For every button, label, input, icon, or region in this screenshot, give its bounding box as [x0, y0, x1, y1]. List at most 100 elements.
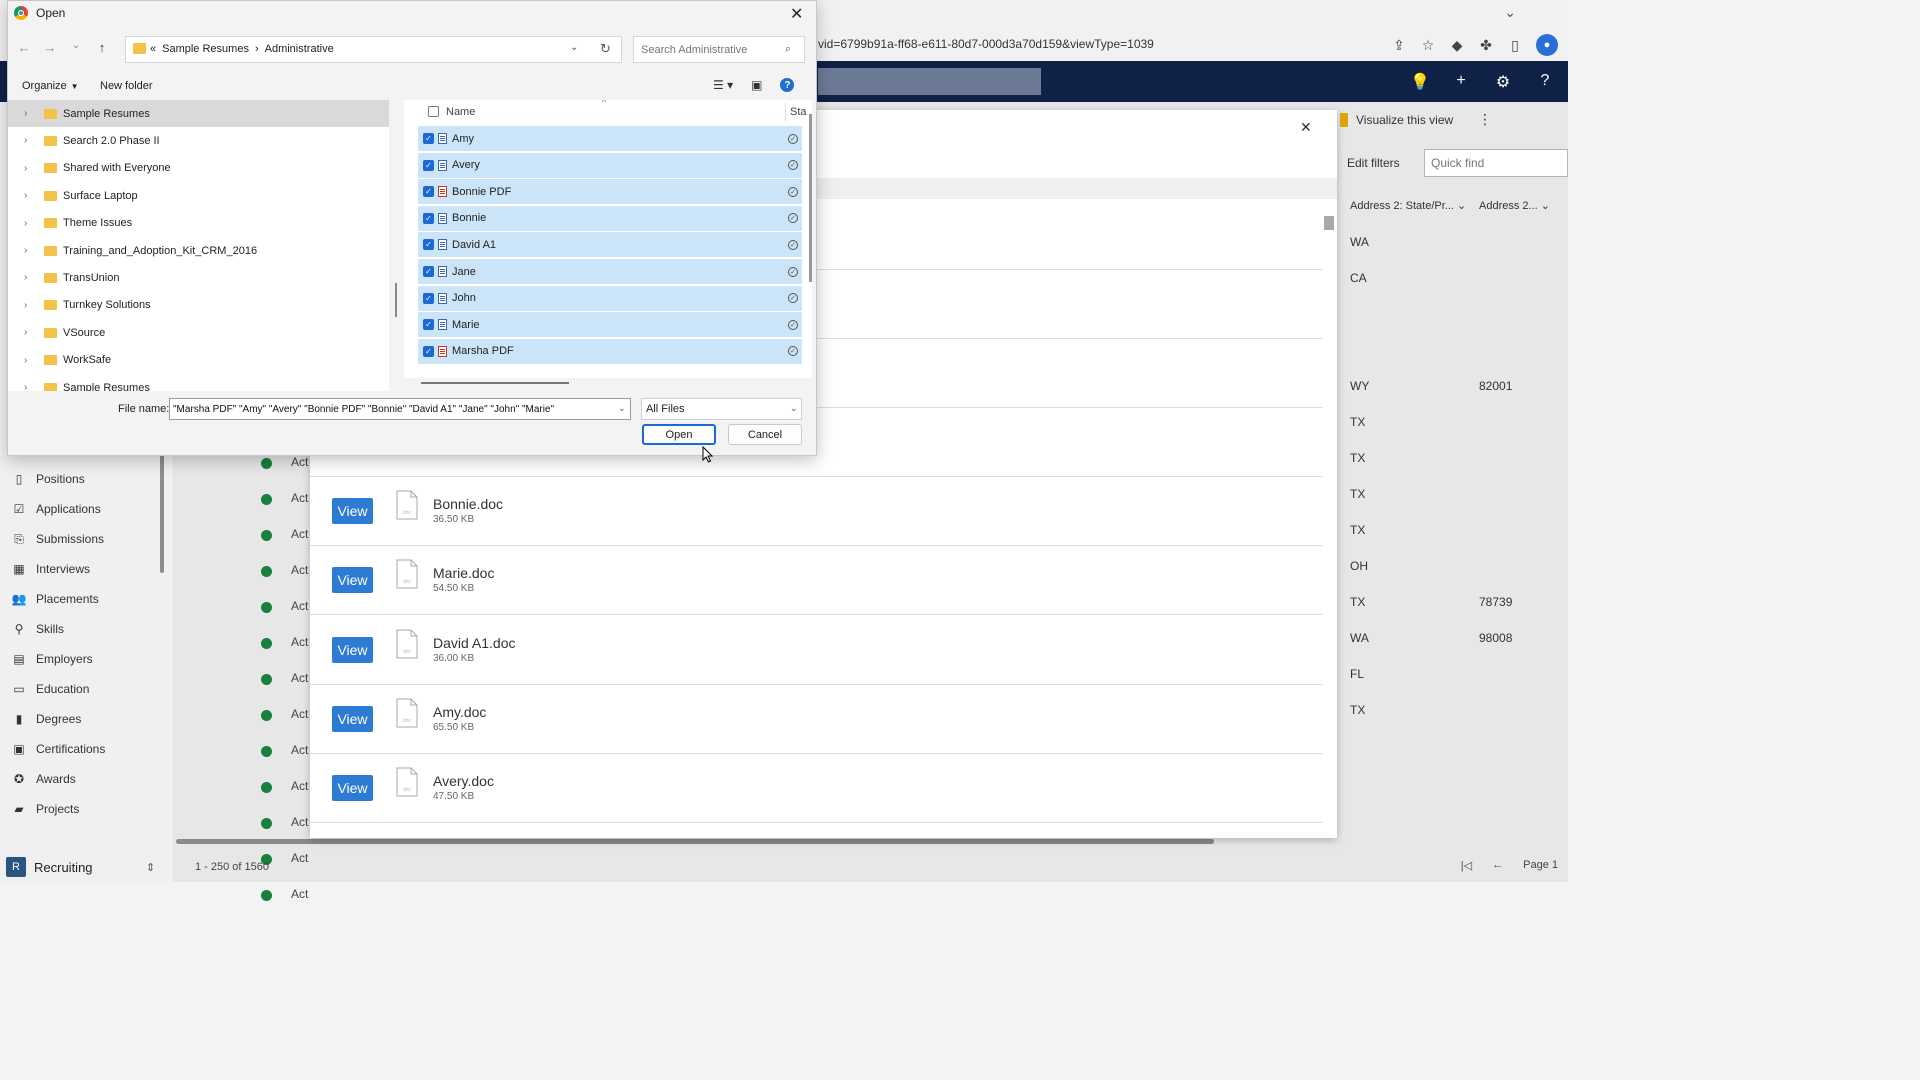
folder-tree-item[interactable]: › Sample Resumes [8, 100, 389, 127]
chevron-down-icon[interactable]: ⌄ [69, 40, 83, 55]
file-checkbox[interactable]: ✓ [423, 212, 434, 224]
help-icon[interactable]: ? [1536, 72, 1554, 92]
plus-icon[interactable]: + [1452, 72, 1470, 92]
column-header-address2[interactable]: Address 2... ⌄ [1479, 199, 1550, 212]
chevron-right-icon[interactable]: › [24, 272, 34, 283]
sidebar-item-degrees[interactable]: ▮ Degrees [12, 712, 82, 726]
file-list-hscrollbar[interactable] [421, 382, 569, 384]
sidebar-icon[interactable]: ▯ [1507, 37, 1523, 53]
file-checkbox[interactable]: ✓ [423, 266, 434, 277]
close-icon[interactable]: ✕ [1300, 119, 1312, 136]
column-name[interactable]: Name [446, 106, 475, 118]
file-checkbox[interactable]: ✓ [423, 292, 434, 304]
view-list-icon[interactable]: ☰ ▾ [713, 78, 733, 92]
sidebar-item-awards[interactable]: ✪ Awards [12, 772, 76, 786]
view-button[interactable]: View [332, 636, 373, 663]
star-icon[interactable]: ☆ [1420, 37, 1436, 53]
grid-horizontal-scrollbar[interactable] [176, 839, 1214, 844]
column-header-state[interactable]: Address 2: State/Pr... ⌄ [1350, 199, 1466, 212]
previous-page-icon[interactable]: ← [1492, 859, 1503, 872]
breadcrumb-item-sample-resumes[interactable]: Sample Resumes [162, 43, 249, 55]
file-checkbox[interactable]: ✓ [423, 345, 434, 357]
view-button[interactable]: View [332, 705, 373, 732]
file-list-item[interactable]: ✓ Jane ✓ [418, 259, 802, 284]
folder-tree-item[interactable]: › Sample Resumes [8, 374, 389, 391]
area-switcher[interactable]: R Recruiting ⇕ [6, 855, 166, 879]
file-checkbox[interactable]: ✓ [423, 159, 434, 171]
new-folder-button[interactable]: New folder [100, 80, 153, 92]
sidebar-item-employers[interactable]: ▤ Employers [12, 652, 92, 666]
up-arrow-icon[interactable]: ↑ [95, 40, 109, 55]
view-button[interactable]: View [332, 567, 373, 594]
lightbulb-icon[interactable]: 💡 [1410, 72, 1430, 92]
sidebar-item-positions[interactable]: ▯ Positions [12, 472, 85, 486]
folder-tree-item[interactable]: › Training_and_Adoption_Kit_CRM_2016 [8, 237, 389, 264]
organize-button[interactable]: Organize ▼ [22, 80, 79, 92]
folder-tree-item[interactable]: › Shared with Everyone [8, 155, 389, 182]
gear-icon[interactable]: ⚙ [1494, 72, 1512, 92]
chevron-right-icon[interactable]: › [24, 108, 34, 119]
file-list-item[interactable]: ✓ Marsha PDF ✓ [418, 338, 802, 364]
sidebar-item-placements[interactable]: 👥 Placements [12, 592, 99, 606]
folder-tree-item[interactable]: › Surface Laptop [8, 182, 389, 209]
file-list-item[interactable]: ✓ Amy ✓ [418, 126, 802, 151]
file-list-item[interactable]: ✓ David A1 ✓ [418, 232, 802, 258]
file-list-item[interactable]: ✓ John ✓ [418, 285, 802, 311]
open-button[interactable]: Open [642, 424, 716, 445]
file-list-scrollbar[interactable] [809, 114, 812, 282]
chevron-down-icon[interactable]: ⌄ [1504, 4, 1516, 21]
sidebar-item-skills[interactable]: ⚲ Skills [12, 622, 64, 636]
close-icon[interactable]: ✕ [790, 4, 803, 24]
column-status[interactable]: Sta [790, 106, 807, 118]
dialog-search-input[interactable] [633, 36, 805, 63]
chevron-right-icon[interactable]: › [24, 382, 34, 391]
file-checkbox[interactable]: ✓ [423, 239, 434, 251]
preview-pane-icon[interactable]: ▣ [751, 78, 762, 92]
help-icon[interactable]: ? [780, 78, 795, 92]
extension-icon[interactable]: ◆ [1449, 37, 1465, 53]
chevron-down-icon[interactable]: ⌄ [570, 42, 578, 53]
more-options-icon[interactable]: ⋮ [1478, 111, 1492, 128]
global-search-bar[interactable] [818, 68, 1041, 95]
chevron-right-icon[interactable]: › [24, 163, 34, 174]
chevron-right-icon[interactable]: › [24, 245, 34, 256]
chevron-down-icon[interactable]: ⌄ [618, 403, 626, 414]
file-list-item[interactable]: ✓ Bonnie PDF ✓ [418, 179, 802, 205]
breadcrumb-item-administrative[interactable]: Administrative [265, 43, 334, 55]
file-list-item[interactable]: ✓ Avery ✓ [418, 152, 802, 178]
chevron-right-icon[interactable]: › [24, 300, 34, 311]
folder-tree-item[interactable]: › TransUnion [8, 264, 389, 291]
file-list-item[interactable]: ✓ Bonnie ✓ [418, 205, 802, 231]
chevron-right-icon[interactable]: › [24, 355, 34, 366]
visualize-view-button[interactable]: Visualize this view [1340, 113, 1453, 127]
profile-icon[interactable]: ● [1536, 34, 1558, 56]
puzzle-icon[interactable]: ✤ [1478, 37, 1494, 53]
folder-tree-item[interactable]: › Theme Issues [8, 210, 389, 237]
modal-scrollbar[interactable] [1324, 216, 1334, 230]
sidebar-item-education[interactable]: ▭ Education [12, 682, 89, 696]
address-bar-url[interactable]: vid=6799b91a-ff68-e611-80d7-000d3a70d159… [818, 37, 1154, 51]
quick-find-input[interactable] [1424, 149, 1568, 177]
chevron-right-icon[interactable]: › [24, 218, 34, 229]
first-page-icon[interactable]: |◁ [1461, 859, 1472, 872]
view-button[interactable]: View [332, 498, 373, 524]
file-list-item[interactable]: ✓ Marie ✓ [418, 312, 802, 338]
chevron-right-icon[interactable]: › [24, 190, 34, 201]
edit-filters-button[interactable]: Edit filters [1338, 149, 1424, 177]
chevron-right-icon[interactable]: › [24, 135, 34, 146]
file-name-input[interactable] [169, 398, 631, 420]
sidebar-scrollbar[interactable] [160, 455, 164, 573]
chevron-right-icon[interactable]: › [24, 327, 34, 338]
sidebar-item-interviews[interactable]: ▦ Interviews [12, 562, 90, 576]
share-icon[interactable]: ⇪ [1391, 37, 1407, 53]
folder-tree-item[interactable]: › VSource [8, 319, 389, 346]
sidebar-item-projects[interactable]: ▰ Projects [12, 802, 79, 816]
file-checkbox[interactable]: ✓ [423, 319, 434, 331]
sidebar-item-certifications[interactable]: ▣ Certifications [12, 742, 105, 756]
file-type-select[interactable]: All Files [641, 398, 802, 420]
sidebar-item-submissions[interactable]: ⎘ Submissions [12, 532, 104, 547]
view-button[interactable]: View [332, 775, 373, 802]
sidebar-item-applications[interactable]: ☑ Applications [12, 502, 101, 516]
file-checkbox[interactable]: ✓ [423, 186, 434, 198]
folder-tree-item[interactable]: › Turnkey Solutions [8, 292, 389, 319]
